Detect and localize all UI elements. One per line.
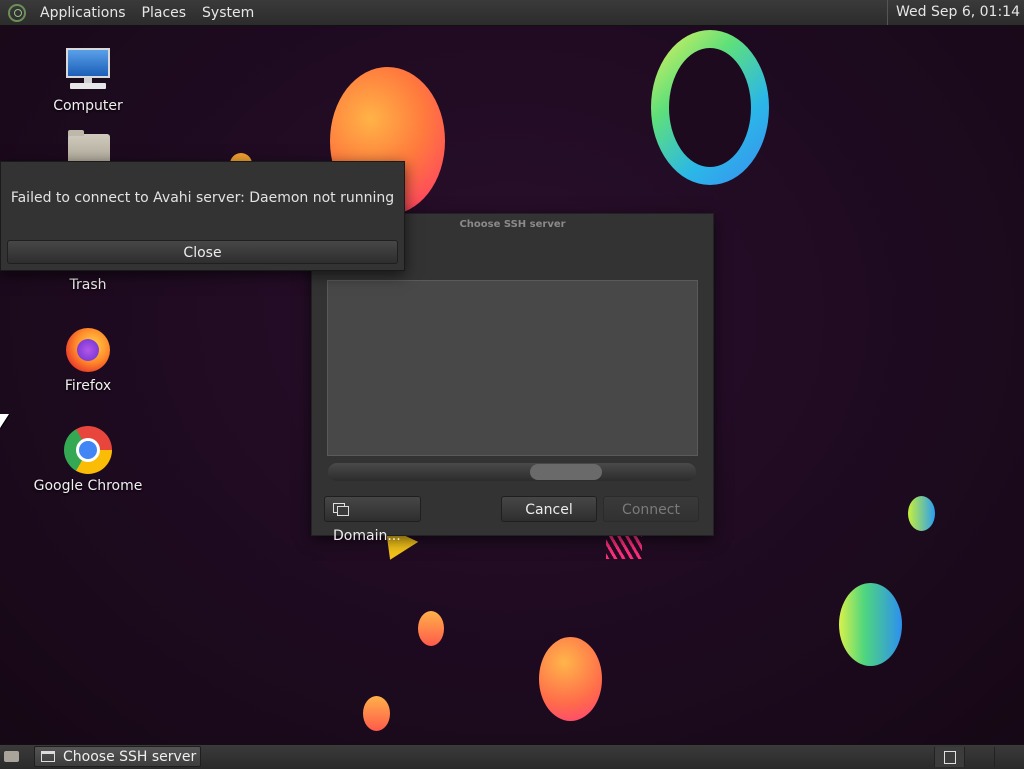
desktop-icon-firefox[interactable]: Firefox <box>28 326 148 394</box>
close-button[interactable]: Close <box>7 240 398 264</box>
wallpaper-ring <box>651 30 769 185</box>
cancel-button[interactable]: Cancel <box>501 496 597 522</box>
horizontal-scrollbar[interactable] <box>328 463 696 481</box>
wallpaper-green-blue-large <box>839 583 902 666</box>
error-dialog: Failed to connect to Avahi server: Daemo… <box>0 161 405 271</box>
top-panel: Applications Places System Wed Sep 6, 01… <box>0 0 1024 26</box>
menu-applications[interactable]: Applications <box>32 5 134 21</box>
taskbar-item-choose-ssh-server[interactable]: Choose SSH server <box>34 746 201 767</box>
desktop-icon-label: Firefox <box>64 378 112 394</box>
desktop-icon-label: Computer <box>53 98 123 114</box>
desktop-icon-label: Google Chrome <box>33 478 143 494</box>
desktop-icon-chrome[interactable]: Google Chrome <box>28 426 148 494</box>
wallpaper-green-blue-small <box>908 496 935 531</box>
wallpaper-orange-small1 <box>418 611 444 646</box>
show-desktop-icon[interactable] <box>2 748 22 766</box>
ssh-server-list[interactable] <box>327 280 698 456</box>
workspace-2[interactable] <box>964 747 995 767</box>
scrollbar-thumb[interactable] <box>530 464 602 480</box>
menu-places[interactable]: Places <box>134 5 195 21</box>
chrome-icon <box>64 426 112 474</box>
workspace-1[interactable] <box>934 747 965 767</box>
desktop-icon-label: Trash <box>69 277 107 293</box>
domain-button[interactable]: Domain... <box>324 496 421 544</box>
taskbar-item-label: Choose SSH server <box>63 749 197 765</box>
workspace-3[interactable] <box>994 747 1024 767</box>
windows-stack-icon <box>333 503 349 516</box>
desktop-icon-computer[interactable]: Computer <box>28 46 148 114</box>
computer-icon <box>64 46 112 94</box>
wallpaper-orange-mid <box>539 637 602 721</box>
wallpaper-orange-small2 <box>363 696 390 731</box>
domain-button-label: Domain... <box>333 528 401 544</box>
bottom-panel: Choose SSH server <box>0 744 1024 769</box>
error-message: Failed to connect to Avahi server: Daemo… <box>10 190 395 206</box>
menu-system[interactable]: System <box>194 5 262 21</box>
window-icon <box>41 751 55 762</box>
clock[interactable]: Wed Sep 6, 01:14 <box>887 0 1020 25</box>
connect-button[interactable]: Connect <box>603 496 699 522</box>
desktop-icon-trash[interactable]: Trash <box>28 277 148 293</box>
distro-logo-icon[interactable] <box>8 3 26 22</box>
workspace-window-icon <box>944 751 956 764</box>
mouse-cursor-icon <box>0 414 9 428</box>
firefox-icon <box>64 326 112 374</box>
